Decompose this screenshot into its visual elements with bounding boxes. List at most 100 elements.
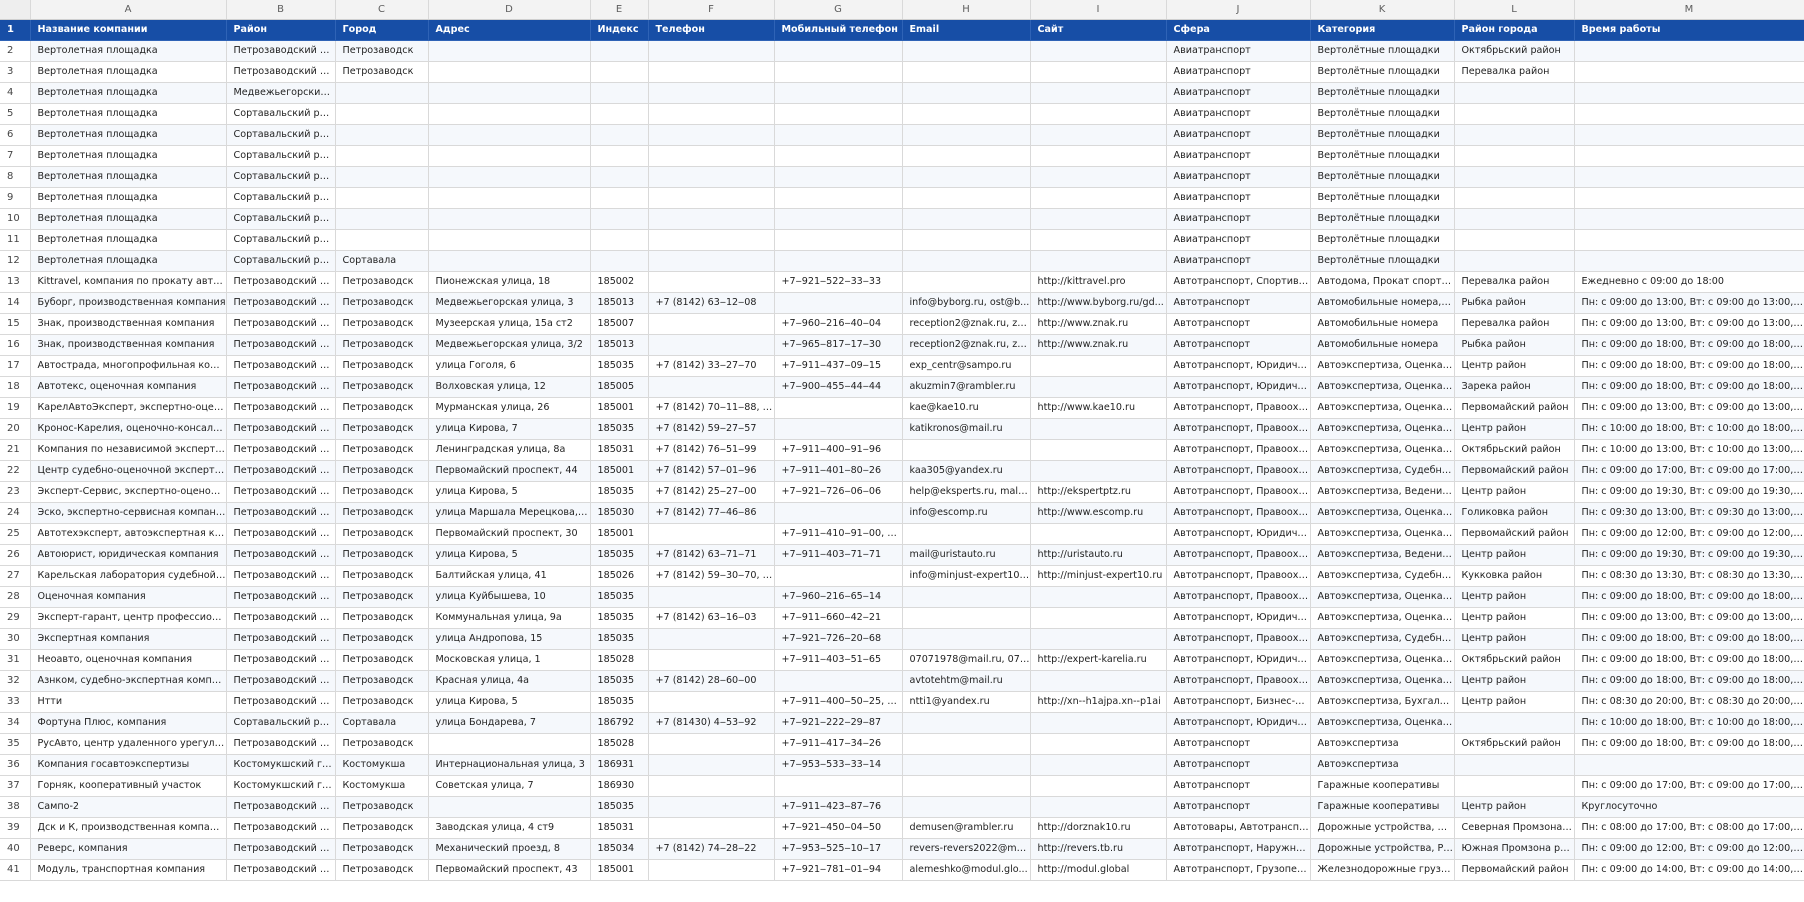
table-cell[interactable]: Вертолетная площадка — [30, 229, 227, 251]
table-cell[interactable]: Автотовары, Автотранспорт — [1166, 817, 1311, 839]
table-cell[interactable] — [1030, 124, 1167, 146]
table-cell[interactable]: Пн: с 09:00 до 18:00, Вт: с 09:00 до 18:… — [1574, 586, 1804, 608]
table-cell[interactable]: Южная Промзона ра... — [1454, 838, 1575, 860]
table-cell[interactable] — [902, 145, 1031, 167]
table-cell[interactable]: http://www.escomp.ru — [1030, 502, 1167, 524]
table-cell[interactable]: Центр район — [1454, 691, 1575, 713]
table-cell[interactable] — [1454, 754, 1575, 776]
table-cell[interactable]: Сортавальский район — [226, 208, 336, 230]
column-letter-a[interactable]: A — [30, 0, 227, 20]
table-cell[interactable]: Петрозаводск — [335, 460, 429, 482]
table-cell[interactable]: Автоэкспертиза — [1310, 754, 1455, 776]
header-cell[interactable]: Телефон — [648, 19, 775, 41]
table-cell[interactable]: Октябрьский район — [1454, 733, 1575, 755]
table-cell[interactable]: Пн: с 09:00 до 18:00, Вт: с 09:00 до 18:… — [1574, 334, 1804, 356]
table-cell[interactable]: Автомобильные номера, ... — [1310, 292, 1455, 314]
table-cell[interactable]: +7 (8142) 77‒46‒86 — [648, 502, 775, 524]
table-cell[interactable] — [428, 187, 591, 209]
table-cell[interactable]: +7 (8142) 59‒30‒70, +7... — [648, 565, 775, 587]
table-cell[interactable]: http://www.kae10.ru — [1030, 397, 1167, 419]
table-cell[interactable]: Вертолётные площадки — [1310, 103, 1455, 125]
table-cell[interactable]: http://revers.tb.ru — [1030, 838, 1167, 860]
table-cell[interactable] — [648, 313, 775, 335]
table-cell[interactable]: Автотранспорт, Правоохр... — [1166, 586, 1311, 608]
table-cell[interactable] — [1454, 250, 1575, 272]
table-cell[interactable] — [335, 124, 429, 146]
column-letter-m[interactable]: M — [1574, 0, 1804, 20]
table-cell[interactable] — [1030, 775, 1167, 797]
table-cell[interactable] — [648, 271, 775, 293]
table-cell[interactable]: 185035 — [590, 544, 649, 566]
table-cell[interactable]: Центр район — [1454, 628, 1575, 650]
table-cell[interactable]: Автотранспорт, Правоохр... — [1166, 460, 1311, 482]
table-cell[interactable]: 185028 — [590, 733, 649, 755]
table-cell[interactable]: Петрозаводский город... — [226, 523, 336, 545]
row-number[interactable]: 41 — [0, 859, 31, 881]
table-cell[interactable] — [774, 250, 903, 272]
table-cell[interactable] — [428, 250, 591, 272]
table-cell[interactable]: Медвежьегорская улица, 3 — [428, 292, 591, 314]
table-cell[interactable]: Первомайский район — [1454, 859, 1575, 881]
table-cell[interactable]: Петрозаводский город... — [226, 439, 336, 461]
table-cell[interactable]: +7 (8142) 63‒16‒03 — [648, 607, 775, 629]
row-number[interactable]: 4 — [0, 82, 31, 104]
row-number[interactable]: 10 — [0, 208, 31, 230]
table-cell[interactable] — [648, 124, 775, 146]
table-cell[interactable]: kaa305@yandex.ru — [902, 460, 1031, 482]
table-cell[interactable]: Петрозаводский город... — [226, 607, 336, 629]
table-cell[interactable]: Волховская улица, 12 — [428, 376, 591, 398]
table-cell[interactable] — [428, 145, 591, 167]
table-cell[interactable]: Петрозаводский город... — [226, 628, 336, 650]
table-cell[interactable]: +7‒911‒660‒42‒21 — [774, 607, 903, 629]
table-cell[interactable]: Петрозаводск — [335, 376, 429, 398]
table-cell[interactable]: Вертолетная площадка — [30, 61, 227, 83]
table-cell[interactable]: Пн: с 09:00 до 17:00, Вт: с 09:00 до 17:… — [1574, 775, 1804, 797]
table-cell[interactable]: Автоэкспертиза, Оценка с... — [1310, 649, 1455, 671]
table-cell[interactable] — [1030, 586, 1167, 608]
table-cell[interactable]: 07071978@mail.ru, 070... — [902, 649, 1031, 671]
table-cell[interactable]: Дорожные устройства, Св... — [1310, 817, 1455, 839]
header-cell[interactable]: Название компании — [30, 19, 227, 41]
table-cell[interactable] — [902, 166, 1031, 188]
row-number[interactable]: 2 — [0, 40, 31, 62]
table-cell[interactable] — [1030, 418, 1167, 440]
table-cell[interactable]: Дорожные устройства, Раз... — [1310, 838, 1455, 860]
table-cell[interactable]: Интернациональная улица, 3 — [428, 754, 591, 776]
table-cell[interactable]: Медвежьегорская улица, 3/2 — [428, 334, 591, 356]
table-cell[interactable]: +7 (8142) 63‒71‒71 — [648, 544, 775, 566]
table-cell[interactable]: Горняк, кооперативный участок — [30, 775, 227, 797]
table-cell[interactable]: Пн: с 09:00 до 12:00, Вт: с 09:00 до 12:… — [1574, 838, 1804, 860]
table-cell[interactable] — [428, 796, 591, 818]
table-cell[interactable] — [1030, 712, 1167, 734]
table-cell[interactable]: Знак, производственная компания — [30, 334, 227, 356]
table-cell[interactable]: Петрозаводск — [335, 439, 429, 461]
table-cell[interactable]: Заводская улица, 4 ст9 — [428, 817, 591, 839]
row-number[interactable]: 32 — [0, 670, 31, 692]
table-cell[interactable] — [1454, 187, 1575, 209]
table-cell[interactable]: Пн: с 08:30 до 13:30, Вт: с 08:30 до 13:… — [1574, 565, 1804, 587]
table-cell[interactable] — [1030, 250, 1167, 272]
table-cell[interactable]: Автотранспорт, Спортивн... — [1166, 271, 1311, 293]
table-cell[interactable]: 185035 — [590, 607, 649, 629]
table-cell[interactable]: Автотранспорт — [1166, 733, 1311, 755]
table-cell[interactable] — [1030, 670, 1167, 692]
table-cell[interactable]: Азнком, судебно-экспертная компания — [30, 670, 227, 692]
table-cell[interactable] — [774, 82, 903, 104]
table-cell[interactable]: Железнодорожные грузоп... — [1310, 859, 1455, 881]
table-cell[interactable]: Сортавальский район — [226, 187, 336, 209]
table-cell[interactable]: +7‒921‒222‒29‒87 — [774, 712, 903, 734]
table-cell[interactable]: Автоэкспертиза — [1310, 733, 1455, 755]
table-cell[interactable]: +7‒911‒410‒91‒00, +7... — [774, 523, 903, 545]
table-cell[interactable]: Петрозаводский город... — [226, 355, 336, 377]
table-cell[interactable] — [648, 733, 775, 755]
table-cell[interactable] — [648, 775, 775, 797]
table-cell[interactable]: Петрозаводский город... — [226, 271, 336, 293]
table-cell[interactable]: улица Андропова, 15 — [428, 628, 591, 650]
table-cell[interactable]: Автомобильные номера — [1310, 313, 1455, 335]
table-cell[interactable]: Пн: с 09:00 до 18:00, Вт: с 09:00 до 18:… — [1574, 733, 1804, 755]
table-cell[interactable] — [774, 208, 903, 230]
header-cell[interactable]: Индекс — [590, 19, 649, 41]
table-cell[interactable]: Балтийская улица, 41 — [428, 565, 591, 587]
table-cell[interactable] — [648, 859, 775, 881]
table-cell[interactable]: ntti1@yandex.ru — [902, 691, 1031, 713]
